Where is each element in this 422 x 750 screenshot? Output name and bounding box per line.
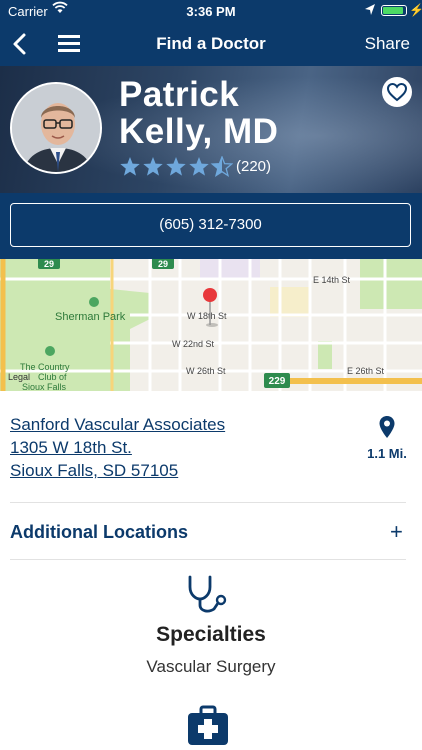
star-icon	[166, 157, 186, 176]
practice-name-link[interactable]: Sanford Vascular Associates	[10, 413, 225, 436]
doctor-photo	[10, 82, 102, 174]
street-label: W 18th St	[187, 311, 227, 321]
street-label: E 14th St	[313, 275, 351, 285]
hamburger-icon	[58, 35, 80, 52]
specialties-heading: Specialties	[156, 623, 266, 646]
street-label: W 26th St	[186, 366, 226, 376]
divider	[10, 502, 406, 503]
park-area	[318, 341, 332, 369]
park-label: Sherman Park	[55, 311, 126, 323]
highway-shield: 29	[38, 259, 60, 269]
shield-label: 29	[44, 259, 54, 269]
shield-label: 29	[158, 259, 168, 269]
street-address-link[interactable]: 1305 W 18th St.	[10, 436, 225, 459]
distance-indicator[interactable]: 1.1 Mi.	[362, 415, 412, 461]
share-button[interactable]: Share	[365, 34, 410, 54]
address-block: Sanford Vascular Associates 1305 W 18th …	[10, 413, 225, 482]
street-label: E 26th St	[347, 366, 385, 376]
location-pin-icon	[379, 416, 395, 438]
distance-label: 1.1 Mi.	[367, 446, 407, 461]
charging-icon: ⚡	[409, 3, 422, 17]
call-button[interactable]: (605) 312-7300	[10, 203, 411, 247]
golf-icon	[45, 346, 55, 356]
location-map[interactable]: 29 29 229 E 14th St W 18th St W 22nd St …	[0, 259, 422, 391]
stethoscope-icon	[186, 575, 230, 620]
chevron-left-icon	[13, 33, 26, 55]
plus-icon[interactable]: +	[390, 519, 403, 545]
park-icon	[89, 297, 99, 307]
star-rating	[119, 156, 233, 178]
shield-label: 229	[269, 376, 286, 387]
legal-link[interactable]: Legal	[8, 372, 30, 382]
favorite-button[interactable]	[382, 77, 412, 107]
star-icon	[120, 157, 140, 176]
back-button[interactable]	[8, 30, 34, 58]
rating-count: (220)	[236, 158, 272, 175]
heart-icon	[386, 82, 408, 102]
doctor-name-line1: Patrick	[119, 75, 240, 114]
location-arrow-icon	[364, 3, 376, 20]
doctor-name-line2: Kelly, MD	[119, 112, 279, 151]
highway-shield: 29	[152, 259, 174, 269]
star-icon	[189, 157, 209, 176]
battery-icon	[381, 5, 407, 16]
place-label: Club of	[38, 372, 67, 382]
half-star-icon	[211, 156, 233, 177]
place-label: The Country	[20, 362, 70, 372]
street-label: W 22nd St	[172, 339, 215, 349]
status-bar: Carrier 3:36 PM ⚡	[0, 0, 422, 22]
specialty-value: Vascular Surgery	[146, 657, 276, 676]
menu-button[interactable]	[58, 33, 80, 53]
doctor-name: Patrick Kelly, MD	[119, 76, 359, 150]
park-area	[360, 259, 422, 309]
additional-locations-toggle[interactable]: Additional Locations	[10, 522, 188, 543]
clock: 3:36 PM	[186, 4, 236, 19]
highway-shield: 229	[264, 373, 290, 388]
divider	[10, 559, 406, 560]
star-icon	[143, 157, 163, 176]
city-state-link[interactable]: Sioux Falls, SD 57105	[10, 459, 225, 482]
place-label: Sioux Falls	[22, 382, 67, 391]
campus-area	[270, 287, 310, 317]
medical-kit-icon	[186, 705, 230, 750]
nav-bar: Find a Doctor Share	[0, 22, 422, 66]
